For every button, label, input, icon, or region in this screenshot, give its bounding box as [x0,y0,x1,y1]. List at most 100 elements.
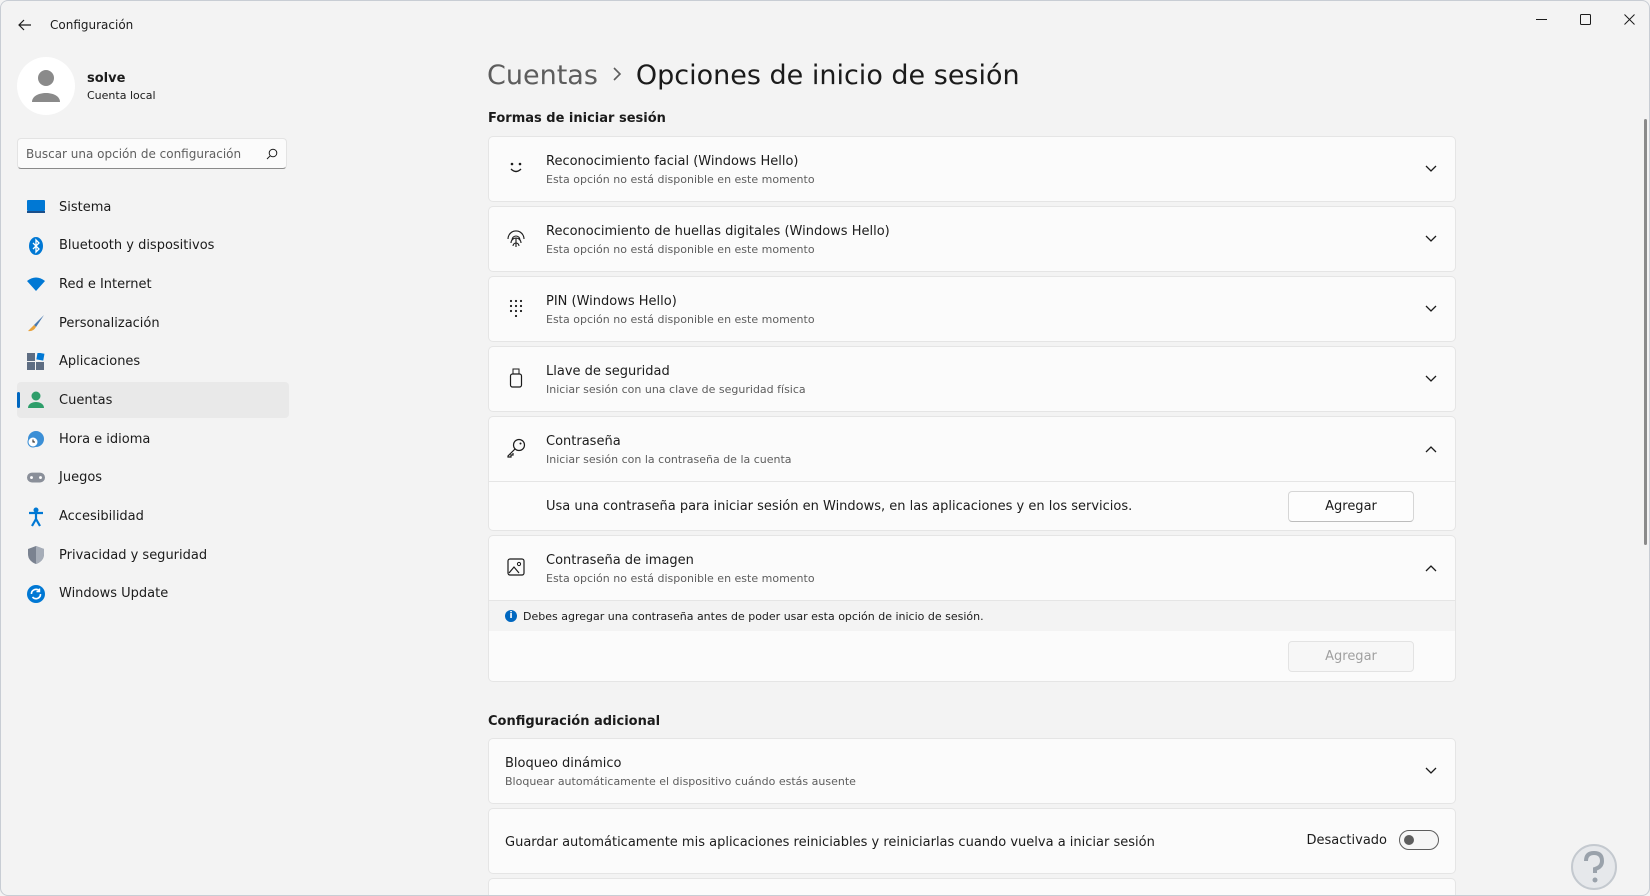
password-header[interactable]: Contraseña Iniciar sesión con la contras… [489,417,1455,481]
pin-subtitle: Esta opción no está disponible en este m… [546,313,815,326]
sidebar-item-cuentas[interactable]: Cuentas [17,382,289,419]
page-title: Opciones de inicio de sesión [635,59,1020,91]
keypad-icon [505,297,527,319]
sidebar-item-sistema[interactable]: Sistema [17,189,289,225]
restart-apps-card: Guardar automáticamente mis aplicaciones… [488,808,1456,874]
chevron-up-icon[interactable] [1423,441,1439,457]
shield-icon [27,546,45,565]
profile-account-type: Cuenta local [87,89,156,102]
sidebar-item-label: Windows Update [59,586,169,602]
sidebar-item-label: Red e Internet [59,276,152,292]
chevron-down-icon[interactable] [1423,231,1439,247]
add-picture-password-button[interactable]: Agregar [1288,641,1414,672]
gamepad-icon [27,469,45,487]
back-button[interactable] [13,13,37,37]
wifi-icon [27,275,45,293]
scrollbar[interactable] [1644,119,1647,545]
fingerprint-card[interactable]: Reconocimiento de huellas digitales (Win… [488,206,1456,272]
picture-password-expanded: i Debes agregar una contraseña antes de … [489,600,1455,681]
sidebar-item-aplicaciones[interactable]: Aplicaciones [17,344,289,380]
breadcrumb: Cuentas Opciones de inicio de sesión [487,55,1020,95]
picture-password-card: Contraseña de imagen Esta opción no está… [488,535,1456,682]
dynamic-lock-card[interactable]: Bloqueo dinámico Bloquear automáticament… [488,738,1456,804]
pin-card[interactable]: PIN (Windows Hello) Esta opción no está … [488,276,1456,342]
pin-title: PIN (Windows Hello) [546,294,677,309]
restart-apps-toggle[interactable] [1399,830,1439,850]
minimize-icon [1535,18,1547,20]
sidebar-item-label: Cuentas [59,392,113,408]
search-icon [266,148,278,159]
face-recognition-card[interactable]: Reconocimiento facial (Windows Hello) Es… [488,136,1456,202]
accessibility-icon [27,507,45,527]
sidebar-item-windows-update[interactable]: Windows Update [17,576,289,612]
sidebar-item-label: Accesibilidad [59,509,144,524]
info-message: Debes agregar una contraseña antes de po… [523,609,984,623]
sidebar-item-juegos[interactable]: Juegos [17,460,289,496]
sidebar-item-label: Bluetooth y dispositivos [59,238,215,254]
sidebar-item-bluetooth[interactable]: Bluetooth y dispositivos [17,228,289,264]
password-subtitle: Iniciar sesión con la contraseña de la c… [546,453,792,466]
sidebar-item-privacidad[interactable]: Privacidad y seguridad [17,537,289,573]
restart-apps-title: Guardar automáticamente mis aplicaciones… [505,835,1155,850]
password-title: Contraseña [546,434,621,449]
chevron-down-icon[interactable] [1423,161,1439,177]
sidebar-item-red[interactable]: Red e Internet [17,266,289,302]
sidebar-item-label: Hora e idioma [59,431,151,447]
restart-apps-toggle-group: Desactivado [1307,830,1439,850]
picture-password-subtitle: Esta opción no está disponible en este m… [546,572,815,585]
close-button[interactable] [1607,5,1649,33]
key-icon [505,437,527,459]
sidebar-nav: Sistema Bluetooth y dispositivos Red e I… [17,189,289,615]
fingerprint-icon [505,227,527,249]
maximize-button[interactable] [1563,5,1607,33]
sidebar-item-personalizacion[interactable]: Personalización [17,305,289,341]
security-key-card[interactable]: Llave de seguridad Iniciar sesión con un… [488,346,1456,412]
chevron-up-icon[interactable] [1423,560,1439,576]
dynamic-lock-title: Bloqueo dinámico [505,756,622,771]
sidebar-item-accesibilidad[interactable]: Accesibilidad [17,499,289,535]
search-box[interactable] [17,138,287,169]
monitor-icon [27,198,45,216]
chevron-down-icon[interactable] [1423,301,1439,317]
update-icon [27,584,45,603]
profile-name: solve [87,71,126,86]
security-key-title: Llave de seguridad [546,364,670,379]
maximize-icon [1579,13,1591,25]
info-bar: i Debes agregar una contraseña antes de … [489,601,1455,631]
breadcrumb-parent[interactable]: Cuentas [487,60,598,91]
brush-icon [27,314,45,332]
toggle-knob [1404,835,1414,845]
person-icon [27,391,45,409]
toggle-state-label: Desactivado [1306,832,1387,848]
title-bar: Configuración [1,1,1649,49]
picture-password-title: Contraseña de imagen [546,553,694,568]
sidebar-item-label: Aplicaciones [59,354,141,370]
next-setting-card[interactable] [488,878,1456,895]
password-expanded: Usa una contraseña para iniciar sesión e… [489,481,1455,530]
search-input[interactable] [26,146,266,161]
sidebar-item-hora[interactable]: Hora e idioma [17,421,289,457]
fingerprint-title: Reconocimiento de huellas digitales (Win… [546,224,890,239]
chevron-down-icon[interactable] [1423,763,1439,779]
user-profile[interactable]: solve Cuenta local [17,57,287,115]
fingerprint-subtitle: Esta opción no está disponible en este m… [546,243,815,256]
chevron-right-icon [612,65,622,86]
info-icon: i [505,610,517,622]
add-password-button[interactable]: Agregar [1288,491,1414,522]
watermark-logo [1564,841,1624,890]
chevron-down-icon[interactable] [1423,371,1439,387]
usb-key-icon [505,367,527,389]
picture-password-header[interactable]: Contraseña de imagen Esta opción no está… [489,536,1455,600]
sidebar-item-label: Personalización [59,315,160,331]
settings-window: Configuración solve Cuenta local Sistema… [0,0,1650,896]
sidebar-item-label: Juegos [59,470,103,486]
minimize-button[interactable] [1519,5,1563,33]
password-description: Usa una contraseña para iniciar sesión e… [546,499,1133,514]
dynamic-lock-subtitle: Bloquear automáticamente el dispositivo … [505,775,856,788]
avatar [17,57,75,115]
close-icon [1623,13,1635,25]
section-title-additional: Configuración adicional [488,714,661,729]
globe-clock-icon [27,430,45,448]
face-subtitle: Esta opción no está disponible en este m… [546,173,815,186]
section-title-ways: Formas de iniciar sesión [488,111,666,126]
